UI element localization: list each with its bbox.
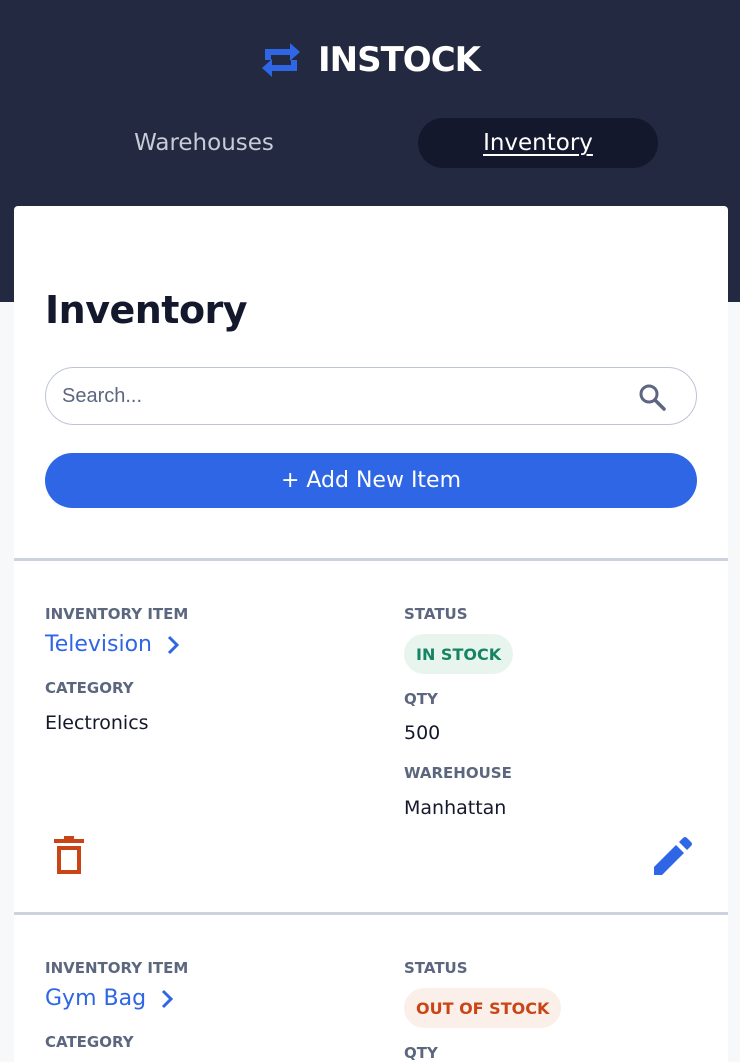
category-label: CATEGORY [45,1033,134,1051]
item-name: Television [45,632,152,657]
nav-inventory[interactable]: Inventory [418,118,658,168]
page-title: Inventory [45,288,248,332]
nav-warehouses[interactable]: Warehouses [84,118,324,168]
search-box [45,367,697,425]
chevron-right-icon [167,635,180,654]
add-new-item-button[interactable]: + Add New Item [45,453,697,508]
status-badge: OUT OF STOCK [404,988,562,1028]
qty-label: QTY [404,1044,438,1062]
warehouse-value: Manhattan [404,797,507,819]
item-name: Gym Bag [45,986,147,1011]
inventory-list-item: INVENTORY ITEM Gym Bag CATEGORY STATUS O… [14,915,728,1062]
brand-logo[interactable]: INSTOCK [0,38,740,82]
qty-value: 500 [404,722,441,744]
inventory-card: Inventory + Add New Item INVENTORY ITEM … [14,206,728,1062]
status-label: STATUS [404,605,468,623]
qty-label: QTY [404,690,438,708]
search-input[interactable] [62,384,622,408]
item-name-link[interactable]: Gym Bag [45,986,176,1011]
inventory-list-item: INVENTORY ITEM Television CATEGORY Elect… [14,561,728,911]
warehouse-label: WAREHOUSE [404,764,512,782]
item-name-link[interactable]: Television [45,632,182,657]
edit-icon[interactable] [652,837,692,877]
status-label: STATUS [404,959,468,977]
category-value: Electronics [45,712,149,734]
brand-name: INSTOCK [318,40,481,80]
chevron-right-icon [161,989,174,1008]
main-nav: Warehouses Inventory [0,118,740,168]
search-icon[interactable] [638,383,666,411]
delete-icon[interactable] [54,836,84,874]
inventory-item-label: INVENTORY ITEM [45,959,189,977]
inventory-item-label: INVENTORY ITEM [45,605,189,623]
status-badge: IN STOCK [404,634,514,674]
category-label: CATEGORY [45,679,134,697]
swap-arrows-icon [262,43,300,77]
